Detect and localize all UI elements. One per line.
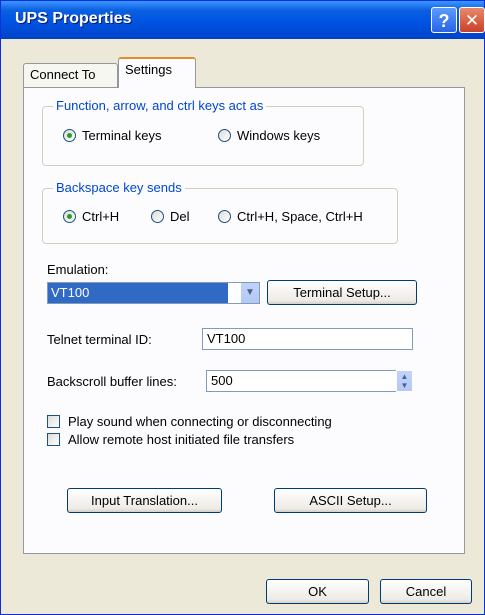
radio-selected-icon	[63, 210, 76, 223]
window-title: UPS Properties	[15, 10, 132, 27]
title-bar[interactable]: UPS Properties ? ✕	[1, 1, 485, 39]
backscroll-label: Backscroll buffer lines:	[47, 374, 177, 389]
cancel-button[interactable]: Cancel	[380, 579, 472, 604]
terminal-setup-button[interactable]: Terminal Setup...	[267, 280, 417, 305]
radio-unselected-icon	[218, 129, 231, 142]
terminal-keys-radio[interactable]: Terminal keys	[63, 128, 161, 143]
play-sound-label: Play sound when connecting or disconnect…	[68, 414, 332, 429]
backspace-group: Backspace key sends Ctrl+H Del Ctrl+H, S…	[42, 180, 398, 244]
radio-unselected-icon	[151, 210, 164, 223]
emulation-value: VT100	[48, 283, 228, 303]
close-button[interactable]: ✕	[459, 7, 485, 33]
emulation-select[interactable]: VT100 ▼	[47, 282, 260, 304]
settings-panel: Function, arrow, and ctrl keys act as Te…	[23, 87, 465, 554]
ctrl-h-label: Ctrl+H	[82, 209, 120, 224]
windows-keys-label: Windows keys	[237, 128, 321, 143]
properties-window: UPS Properties ? ✕ Connect To Settings F…	[0, 0, 485, 615]
emulation-label: Emulation:	[47, 262, 109, 277]
terminal-keys-label: Terminal keys	[82, 128, 162, 143]
radio-unselected-icon	[218, 210, 231, 223]
ascii-setup-button[interactable]: ASCII Setup...	[274, 488, 427, 513]
chevron-down-icon[interactable]: ▼	[240, 283, 259, 303]
function-keys-group: Function, arrow, and ctrl keys act as Te…	[42, 98, 364, 166]
del-radio[interactable]: Del	[151, 209, 190, 224]
tab-settings[interactable]: Settings	[118, 57, 196, 88]
spinner-arrows-icon[interactable]: ▲ ▼	[396, 370, 413, 392]
checkbox-unchecked-icon	[47, 433, 60, 446]
radio-selected-icon	[63, 129, 76, 142]
ctrl-h-space-label: Ctrl+H, Space, Ctrl+H	[237, 209, 363, 224]
allow-transfers-checkbox[interactable]: Allow remote host initiated file transfe…	[47, 432, 294, 447]
checkbox-unchecked-icon	[47, 415, 60, 428]
del-label: Del	[170, 209, 190, 224]
ctrl-h-radio[interactable]: Ctrl+H	[63, 209, 119, 224]
play-sound-checkbox[interactable]: Play sound when connecting or disconnect…	[47, 414, 332, 429]
telnet-id-label: Telnet terminal ID:	[47, 332, 152, 347]
telnet-id-input[interactable]: VT100	[202, 328, 413, 350]
input-translation-button[interactable]: Input Translation...	[67, 488, 222, 513]
ok-button[interactable]: OK	[266, 579, 369, 604]
backscroll-input[interactable]: 500	[206, 370, 397, 392]
tab-connect-to[interactable]: Connect To	[23, 63, 118, 87]
ctrl-h-space-radio[interactable]: Ctrl+H, Space, Ctrl+H	[218, 209, 363, 224]
help-button[interactable]: ?	[431, 7, 457, 33]
allow-transfers-label: Allow remote host initiated file transfe…	[68, 432, 295, 447]
windows-keys-radio[interactable]: Windows keys	[218, 128, 320, 143]
function-keys-legend: Function, arrow, and ctrl keys act as	[53, 98, 267, 113]
backspace-legend: Backspace key sends	[53, 180, 185, 195]
